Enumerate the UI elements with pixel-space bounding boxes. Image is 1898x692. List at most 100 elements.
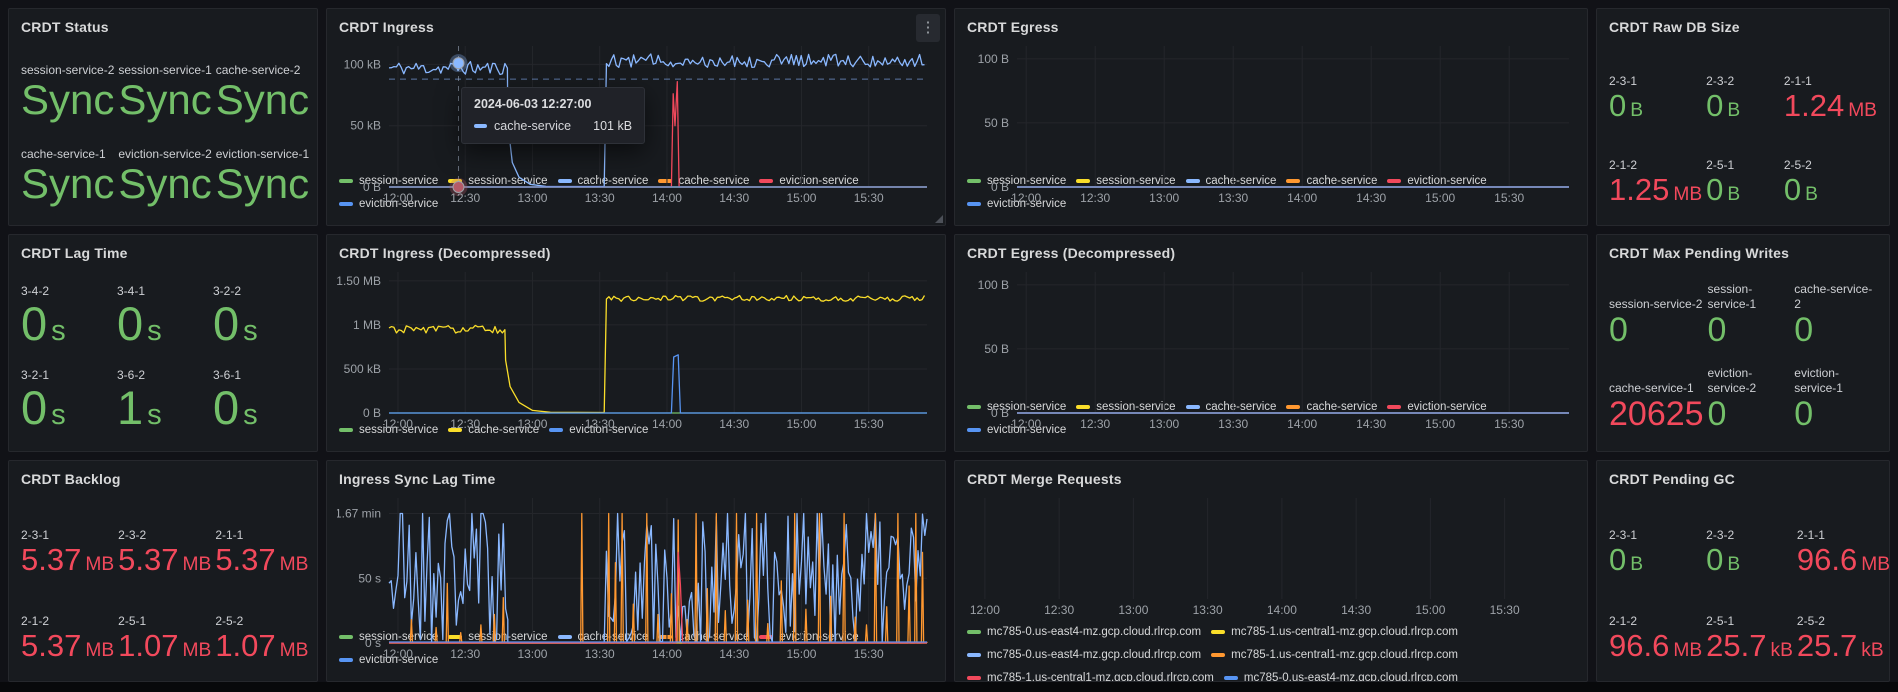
tooltip-series-swatch — [474, 124, 487, 128]
stat-value: 25.7kB — [1706, 630, 1793, 661]
stat-value: 5.37MB — [21, 630, 114, 661]
stat-label: 2-3-1 — [1609, 74, 1637, 88]
stat-value-unit: s — [147, 315, 162, 347]
stat-label: 2-3-2 — [118, 528, 146, 542]
stat-cell: 2-5-21.07MB — [215, 579, 308, 665]
stat-value-unit: s — [51, 399, 66, 431]
x-axis-tick-label: 12:00 — [1011, 191, 1041, 205]
panel-crdt-max-pending-writes: CRDT Max Pending Writessession-service-2… — [1596, 234, 1890, 452]
y-axis-tick-label: 0 B — [363, 406, 381, 420]
panel-title[interactable]: CRDT Egress (Decompressed) — [965, 243, 1577, 265]
y-axis-tick-label: 0 B — [991, 180, 1009, 194]
panel-resize-handle[interactable] — [935, 215, 943, 223]
panel-crdt-merge-requests: CRDT Merge Requests12:0012:3013:0013:301… — [954, 460, 1588, 682]
panel-crdt-egress-decompressed: CRDT Egress (Decompressed)0 B50 B100 B12… — [954, 234, 1588, 452]
x-axis-tick-label: 14:30 — [719, 191, 749, 205]
stat-value-number: 0 — [1706, 88, 1723, 123]
panel-title[interactable]: CRDT Merge Requests — [965, 469, 1577, 491]
chart-area[interactable]: 12:0012:3013:0013:3014:0014:3015:0015:30 — [965, 491, 1577, 619]
stat-value-unit: MB — [280, 640, 309, 661]
y-axis-tick-label: 50 B — [984, 342, 1009, 356]
stat-value-number: 1.24 — [1784, 88, 1844, 123]
x-axis-tick-label: 13:00 — [1149, 191, 1179, 205]
panel-menu-button[interactable]: ⋮ — [916, 14, 940, 42]
stat-label: 2-3-2 — [1706, 74, 1734, 88]
legend-swatch — [1211, 630, 1225, 634]
panel-title[interactable]: CRDT Egress — [965, 17, 1577, 39]
chart-area[interactable]: 0 B500 kB1 MB1.50 MB12:0012:3013:0013:30… — [337, 265, 935, 417]
y-axis-tick-label: 50 B — [984, 116, 1009, 130]
stat-value-unit: kB — [1771, 640, 1793, 661]
legend-swatch — [967, 676, 981, 680]
stat-cell: eviction-service-20 — [1708, 351, 1791, 435]
stat-cell: 2-3-20B — [1706, 41, 1780, 125]
x-axis-tick-label: 14:30 — [1341, 603, 1371, 617]
panel-title[interactable]: CRDT Backlog — [19, 469, 307, 491]
x-axis-tick-label: 14:00 — [1267, 603, 1297, 617]
panel-crdt-egress: CRDT Egress0 B50 B100 B12:0012:3013:0013… — [954, 8, 1588, 226]
legend-item[interactable]: mc785-1.us-central1-mz.gcp.cloud.rlrcp.c… — [1211, 622, 1458, 641]
stat-value-number: 1.07 — [118, 628, 178, 663]
stat-value-number: 0 — [1609, 88, 1626, 123]
stat-label: cache-service-1 — [1609, 381, 1694, 395]
stat-value-unit: B — [1727, 100, 1740, 121]
stat-label: 2-1-1 — [1784, 74, 1812, 88]
x-axis-tick-label: 14:00 — [1287, 191, 1317, 205]
panel-title[interactable]: CRDT Lag Time — [19, 243, 307, 265]
legend-swatch — [967, 630, 981, 634]
stat-grid: session-service-20session-service-10cach… — [1607, 265, 1879, 443]
panel-title[interactable]: CRDT Raw DB Size — [1607, 17, 1879, 39]
panel-title[interactable]: CRDT Max Pending Writes — [1607, 243, 1879, 265]
stat-value: 0s — [21, 300, 66, 347]
panel-title[interactable]: CRDT Status — [19, 17, 307, 39]
legend-label: mc785-1.us-central1-mz.gcp.cloud.rlrcp.c… — [987, 672, 1214, 683]
y-axis-tick-label: 50 kB — [350, 119, 381, 133]
stat-value-number: 0 — [1794, 395, 1813, 433]
chart-area[interactable]: 0 B50 B100 B12:0012:3013:0013:3014:0014:… — [965, 39, 1577, 168]
tooltip-series-row: cache-service 101 kB — [474, 119, 632, 133]
stat-value-unit: s — [243, 315, 258, 347]
stat-value-unit: B — [1630, 554, 1643, 575]
stat-value-number: 0 — [1609, 542, 1626, 577]
stat-grid: 2-3-10B2-3-20B2-1-196.6MB2-1-296.6MB2-5-… — [1607, 491, 1879, 673]
stat-value-unit: MB — [280, 554, 309, 575]
stat-cell: 3-4-10s — [117, 267, 209, 351]
chart-area[interactable]: 0 s50 s1.67 min12:0012:3013:0013:3014:00… — [337, 491, 935, 624]
x-axis-tick-label: 14:30 — [1356, 417, 1386, 431]
stat-grid: 2-3-15.37MB2-3-25.37MB2-1-15.37MB2-1-25.… — [19, 491, 307, 673]
x-axis-tick-label: 12:30 — [450, 417, 480, 431]
tooltip-series-value: 101 kB — [593, 119, 632, 133]
x-axis-tick-label: 15:00 — [786, 647, 816, 661]
x-axis-tick-label: 12:30 — [450, 191, 480, 205]
stat-value-number: 1.07 — [215, 628, 275, 663]
y-axis-tick-label: 50 s — [358, 571, 381, 585]
x-axis-tick-label: 15:00 — [786, 417, 816, 431]
chart-area[interactable]: 0 B50 B100 B12:0012:3013:0013:3014:0014:… — [965, 265, 1577, 394]
stat-value-number: 5.37 — [215, 542, 275, 577]
stat-value-number: 1 — [117, 381, 143, 434]
stat-value-unit: MB — [183, 640, 212, 661]
stat-cell: cache-service-1 20625 — [1609, 351, 1704, 435]
legend-item[interactable]: mc785-0.us-east4-mz.gcp.cloud.rlrcp.com — [967, 645, 1201, 664]
legend-item[interactable]: mc785-1.us-central1-mz.gcp.cloud.rlrcp.c… — [1211, 645, 1458, 664]
y-axis-tick-label: 0 B — [363, 180, 381, 194]
legend-item[interactable]: mc785-1.us-central1-mz.gcp.cloud.rlrcp.c… — [967, 668, 1214, 682]
stat-cell: eviction-service-10 — [1794, 351, 1877, 435]
legend-item[interactable]: mc785-0.us-east4-mz.gcp.cloud.rlrcp.com — [967, 622, 1201, 641]
panel-title[interactable]: CRDT Ingress (Decompressed) — [337, 243, 935, 265]
stat-value-number: 25.7 — [1797, 628, 1857, 663]
stat-value: 5.37MB — [118, 544, 211, 575]
stat-label: 3-6-2 — [117, 368, 145, 382]
tooltip-series-name: cache-service — [494, 119, 571, 133]
x-axis-tick-label: 14:00 — [652, 647, 682, 661]
x-axis-tick-label: 15:00 — [1425, 417, 1455, 431]
page-bottom-strip — [0, 682, 1898, 692]
legend-item[interactable]: mc785-0.us-east4-mz.gcp.cloud.rlrcp.com — [1224, 668, 1458, 682]
panel-title[interactable]: CRDT Pending GC — [1607, 469, 1879, 491]
stat-cell: 2-5-225.7kB — [1797, 579, 1890, 665]
x-axis-tick-label: 12:30 — [1080, 417, 1110, 431]
x-axis-tick-label: 15:00 — [786, 191, 816, 205]
stat-value: 20625 — [1609, 397, 1704, 431]
panel-title[interactable]: Ingress Sync Lag Time — [337, 469, 935, 491]
panel-title[interactable]: CRDT Ingress — [337, 17, 935, 39]
